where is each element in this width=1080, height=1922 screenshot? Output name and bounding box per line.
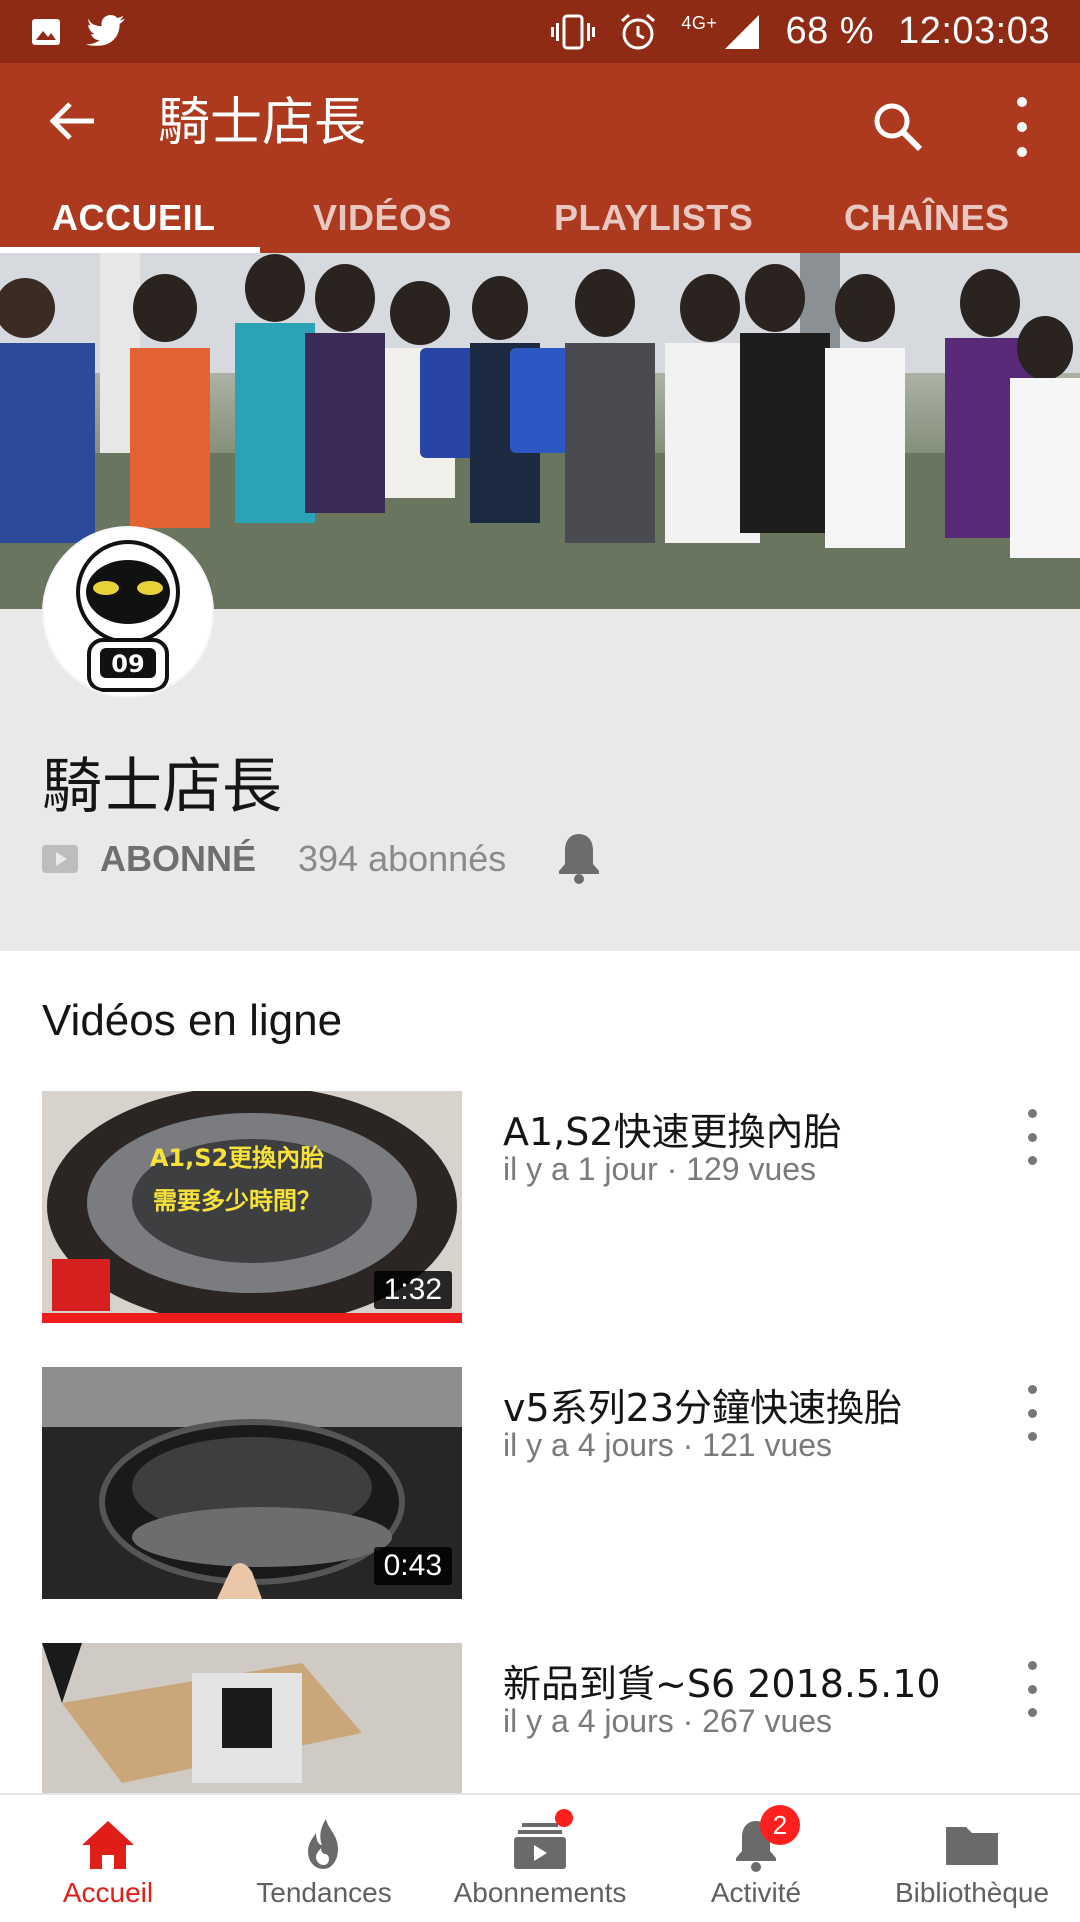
- search-icon: [874, 103, 923, 152]
- page-title: 騎士店長: [158, 93, 367, 153]
- video-thumbnail[interactable]: A1,S2更換內胎 需要多少時間？ 1:32: [42, 1091, 462, 1323]
- video-title[interactable]: 新品到貨~S6 2018.5.10: [503, 1653, 941, 1708]
- video-duration: 1:32: [373, 1271, 452, 1309]
- channel-name: 騎士店長: [42, 752, 282, 822]
- youtube-subscribed-icon[interactable]: [42, 845, 78, 873]
- dot: [1017, 147, 1027, 157]
- nav-label: Bibliothèque: [894, 1877, 1050, 1908]
- gallery-icon: [32, 18, 60, 45]
- dot: [1027, 1408, 1037, 1418]
- video-meta: il y a 4 jours · 121 vues: [503, 1427, 833, 1463]
- bell-icon: [559, 834, 600, 884]
- app-bar: 騎士店長 ACCUEIL VIDÉOS PLAYLISTS CHAÎNES: [0, 63, 1080, 253]
- video-title[interactable]: v5系列23分鐘快速換胎: [503, 1377, 902, 1432]
- nav-label: Tendances: [256, 1877, 392, 1908]
- dot: [1017, 122, 1027, 132]
- video-duration: 0:43: [373, 1547, 452, 1585]
- battery-level: 68 %: [785, 10, 875, 52]
- dot: [1027, 1385, 1037, 1394]
- tab-accueil[interactable]: ACCUEIL: [52, 183, 216, 253]
- notification-count-badge: 2: [760, 1805, 800, 1845]
- nav-label: Activité: [710, 1877, 802, 1908]
- new-content-badge: [555, 1809, 573, 1827]
- video-meta: il y a 1 jour · 129 vues: [503, 1151, 817, 1187]
- flame-icon: [308, 1819, 338, 1869]
- dot: [1027, 1109, 1037, 1118]
- alarm-icon: [621, 13, 656, 49]
- video-meta: il y a 4 jours · 267 vues: [503, 1703, 833, 1739]
- video-title[interactable]: A1,S2快速更換內胎: [503, 1101, 842, 1156]
- video-item[interactable]: 0:43 v5系列23分鐘快速換胎 il y a 4 jours · 121 v…: [0, 1367, 1080, 1603]
- search-button[interactable]: [870, 99, 926, 155]
- nav-abonnements[interactable]: Abonnements: [432, 1795, 648, 1922]
- home-icon: [82, 1821, 134, 1869]
- nav-label: Abonnements: [453, 1877, 627, 1908]
- dot: [1027, 1132, 1037, 1142]
- clock: 12:03:03: [898, 10, 1050, 52]
- folder-icon: [946, 1827, 998, 1865]
- video-menu-button[interactable]: [1020, 1109, 1044, 1165]
- status-bar: 4G+ 68 % 12:03:03: [0, 0, 1080, 63]
- dot: [1027, 1156, 1037, 1165]
- subscriber-count: 394 abonnés: [298, 838, 507, 879]
- twitter-icon: [86, 14, 126, 46]
- subscription-row: ABONNÉ 394 abonnés: [42, 826, 606, 892]
- nav-accueil[interactable]: Accueil: [0, 1795, 216, 1922]
- nav-activite[interactable]: 2 Activité: [648, 1795, 864, 1922]
- robot-avatar-icon: 09: [44, 528, 212, 696]
- dot: [1017, 97, 1027, 107]
- dot: [1027, 1708, 1037, 1717]
- thumbnail-image: [42, 1643, 462, 1793]
- network-type: 4G+: [681, 13, 718, 33]
- video-item[interactable]: A1,S2更換內胎 需要多少時間？ 1:32 A1,S2快速更換內胎 il y …: [0, 1091, 1080, 1327]
- avatar-text: 09: [111, 650, 144, 678]
- nav-bibliotheque[interactable]: Bibliothèque: [864, 1795, 1080, 1922]
- bottom-navigation: Accueil Tendances Abonnements 2 Activité…: [0, 1793, 1080, 1922]
- arrow-back-icon: [50, 102, 94, 140]
- notification-bell-button[interactable]: [556, 831, 606, 887]
- tab-videos[interactable]: VIDÉOS: [313, 183, 452, 253]
- video-thumbnail[interactable]: [42, 1643, 462, 1793]
- nav-tendances[interactable]: Tendances: [216, 1795, 432, 1922]
- dot: [1027, 1684, 1037, 1694]
- more-options-button[interactable]: [1000, 97, 1044, 157]
- subscribed-button[interactable]: ABONNÉ: [100, 838, 256, 880]
- video-thumbnail[interactable]: 0:43: [42, 1367, 462, 1599]
- avatar[interactable]: 09: [42, 526, 214, 698]
- back-button[interactable]: [45, 93, 101, 149]
- video-item[interactable]: 新品到貨~S6 2018.5.10 il y a 4 jours · 267 v…: [0, 1643, 1080, 1793]
- channel-tabs: ACCUEIL VIDÉOS PLAYLISTS CHAÎNES: [0, 183, 1080, 253]
- tab-playlists[interactable]: PLAYLISTS: [554, 183, 753, 253]
- nav-label: Accueil: [62, 1877, 154, 1908]
- section-title: Vidéos en ligne: [42, 996, 343, 1045]
- dot: [1027, 1661, 1037, 1670]
- thumb-caption: A1,S2更換內胎: [150, 1144, 324, 1172]
- video-menu-button[interactable]: [1020, 1661, 1044, 1717]
- vibrate-icon: [551, 14, 596, 49]
- tab-chaines[interactable]: CHAÎNES: [844, 183, 1010, 253]
- video-menu-button[interactable]: [1020, 1385, 1044, 1441]
- dot: [1027, 1432, 1037, 1441]
- thumb-caption: 需要多少時間？: [153, 1187, 321, 1215]
- signal-icon: [725, 14, 760, 49]
